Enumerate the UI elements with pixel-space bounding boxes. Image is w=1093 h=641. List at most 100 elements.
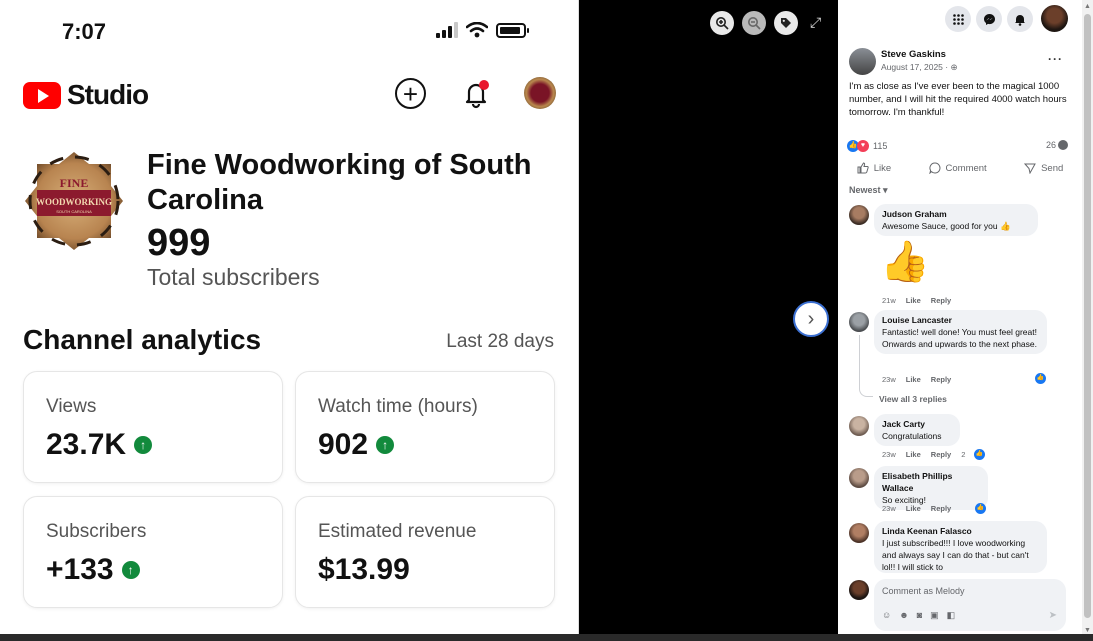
comment-like-badge: 👍 — [1035, 373, 1046, 384]
comment-reply-link[interactable]: Reply — [931, 296, 951, 305]
comment-meta: 23w Like Reply 2 — [882, 450, 965, 459]
comment-label: Comment — [945, 162, 987, 174]
subscribers-value: +133 — [46, 553, 114, 586]
send-icon — [1024, 163, 1036, 174]
comment-reply-link[interactable]: Reply — [931, 504, 951, 513]
trend-up-icon: ↑ — [376, 436, 395, 454]
channel-logo: FINE WOODWORKING SOUTH CAROLINA — [25, 152, 123, 250]
emoji-icon[interactable]: ☻ — [899, 610, 908, 621]
comment-composer[interactable]: Comment as Melody ☺ ☻ ◙ ▣ ◧ ➤ — [874, 579, 1066, 631]
post-date[interactable]: August 17, 2025 · ⊕ — [881, 62, 958, 73]
post-actions: Like Comment Send — [838, 158, 1082, 178]
expand-icon[interactable]: ⤢ — [810, 14, 821, 31]
status-bar-time: 7:07 — [62, 19, 107, 44]
studio-logo-text: Studio — [67, 79, 149, 110]
comment-reply-link[interactable]: Reply — [931, 450, 951, 459]
comment-like-link[interactable]: Like — [906, 375, 921, 384]
scrollbar[interactable]: ▲ ▼ — [1082, 0, 1093, 641]
commenter-name[interactable]: Jack Carty — [882, 418, 952, 430]
comment-button[interactable]: Comment — [928, 162, 987, 174]
reaction-summary[interactable]: 👍 ♥ 115 — [847, 140, 887, 152]
like-button[interactable]: Like — [857, 162, 891, 174]
notifications-bell-icon[interactable] — [1007, 6, 1033, 32]
total-subscribers-value: 999 — [147, 222, 211, 264]
comment-reply-link[interactable]: Reply — [931, 375, 951, 384]
channel-analytics-title: Channel analytics — [23, 324, 262, 355]
send-comment-icon[interactable]: ➤ — [1049, 610, 1057, 621]
youtube-studio-logo[interactable]: Studio — [23, 79, 149, 111]
watch-time-label: Watch time (hours) — [318, 396, 478, 417]
camera-icon[interactable]: ◙ — [917, 610, 922, 621]
commenter-avatar[interactable] — [849, 205, 869, 225]
comment-text: Awesome Sauce, good for you 👍 — [882, 221, 1011, 231]
logo-text-fine: FINE — [60, 176, 89, 190]
estimated-revenue-card[interactable]: Estimated revenue $13.99 — [295, 496, 555, 608]
comment-like-count[interactable]: 2 — [961, 450, 965, 459]
subscribers-label: Subscribers — [46, 521, 147, 542]
comment-count-value: 26 — [1046, 140, 1057, 150]
scroll-up-arrow-icon[interactable]: ▲ — [1084, 3, 1091, 10]
total-subscribers-label: Total subscribers — [147, 264, 320, 290]
commenter-avatar[interactable] — [849, 468, 869, 488]
comment-age[interactable]: 23w — [882, 375, 896, 384]
comment-bubble: Louise Lancaster Fantastic! well done! Y… — [874, 310, 1047, 354]
analytics-date-range[interactable]: Last 28 days — [446, 331, 554, 353]
love-reaction-icon: ♥ — [857, 140, 869, 152]
comment-like-link[interactable]: Like — [906, 504, 921, 513]
composer-avatar — [849, 580, 869, 600]
commenter-avatar[interactable] — [849, 523, 869, 543]
comment-text: Fantastic! well done! You must feel grea… — [882, 327, 1037, 349]
wifi-icon — [466, 22, 488, 38]
account-avatar[interactable] — [524, 77, 556, 109]
comment-age[interactable]: 21w — [882, 296, 896, 305]
comment-text: Congratulations — [882, 431, 942, 441]
trend-up-icon: ↑ — [134, 436, 153, 454]
commenter-name[interactable]: Louise Lancaster — [882, 314, 1039, 326]
next-photo-button[interactable]: › — [793, 301, 829, 337]
zoom-out-icon[interactable] — [742, 11, 766, 35]
window-bottom-edge — [0, 634, 1093, 641]
profile-avatar[interactable] — [1041, 5, 1068, 32]
tag-icon[interactable] — [774, 11, 798, 35]
views-card[interactable]: Views 23.7K ↑ — [23, 371, 283, 483]
notifications-bell-icon[interactable] — [460, 78, 492, 110]
views-label: Views — [46, 396, 97, 417]
logo-text-state: SOUTH CAROLINA — [56, 209, 92, 214]
menu-grid-icon[interactable] — [945, 6, 971, 32]
send-button[interactable]: Send — [1024, 162, 1063, 174]
post-text: I'm as close as I've ever been to the ma… — [849, 81, 1067, 118]
comment-sort-label: Newest — [849, 185, 881, 195]
create-plus-icon[interactable]: + — [395, 78, 426, 109]
comment-sort-dropdown[interactable]: Newest ▾ — [849, 185, 888, 196]
post-author-avatar[interactable] — [849, 48, 876, 75]
messenger-icon[interactable] — [976, 6, 1002, 32]
post-author-name[interactable]: Steve Gaskins — [881, 49, 946, 60]
comment-like-badge: 👍 — [975, 503, 986, 514]
commenter-avatar[interactable] — [849, 312, 869, 332]
scroll-down-arrow-icon[interactable]: ▼ — [1084, 627, 1091, 634]
more-options-icon[interactable]: ··· — [1048, 52, 1063, 66]
comment-age[interactable]: 23w — [882, 504, 896, 513]
facebook-post-panel: Steve Gaskins August 17, 2025 · ⊕ ··· I'… — [838, 0, 1093, 641]
commenter-name[interactable]: Linda Keenan Falasco — [882, 525, 1039, 537]
subscribers-card[interactable]: Subscribers +133 ↑ — [23, 496, 283, 608]
commenter-avatar[interactable] — [849, 416, 869, 436]
sticker-icon[interactable]: ◧ — [947, 610, 956, 621]
comment-age[interactable]: 23w — [882, 450, 896, 459]
scrollbar-thumb[interactable] — [1084, 14, 1091, 618]
avatar-sticker-icon[interactable]: ☺ — [882, 610, 891, 621]
comment-like-link[interactable]: Like — [906, 296, 921, 305]
commenter-name[interactable]: Judson Graham — [882, 208, 1030, 220]
watch-time-card[interactable]: Watch time (hours) 902 ↑ — [295, 371, 555, 483]
reply-thread-line — [859, 335, 873, 397]
comment-count[interactable]: 26 — [1046, 140, 1069, 150]
comment-like-link[interactable]: Like — [906, 450, 921, 459]
zoom-in-icon[interactable] — [710, 11, 734, 35]
comment-input[interactable]: Comment as Melody — [882, 586, 965, 596]
channel-name: Fine Woodworking of South Carolina — [147, 149, 532, 216]
comment-like-badge: 👍 — [974, 449, 985, 460]
gif-icon[interactable]: ▣ — [930, 610, 939, 621]
commenter-name[interactable]: Elisabeth Phillips Wallace — [882, 470, 980, 494]
comment-meta: 23w Like Reply — [882, 375, 951, 384]
view-replies-link[interactable]: View all 3 replies — [879, 394, 947, 404]
